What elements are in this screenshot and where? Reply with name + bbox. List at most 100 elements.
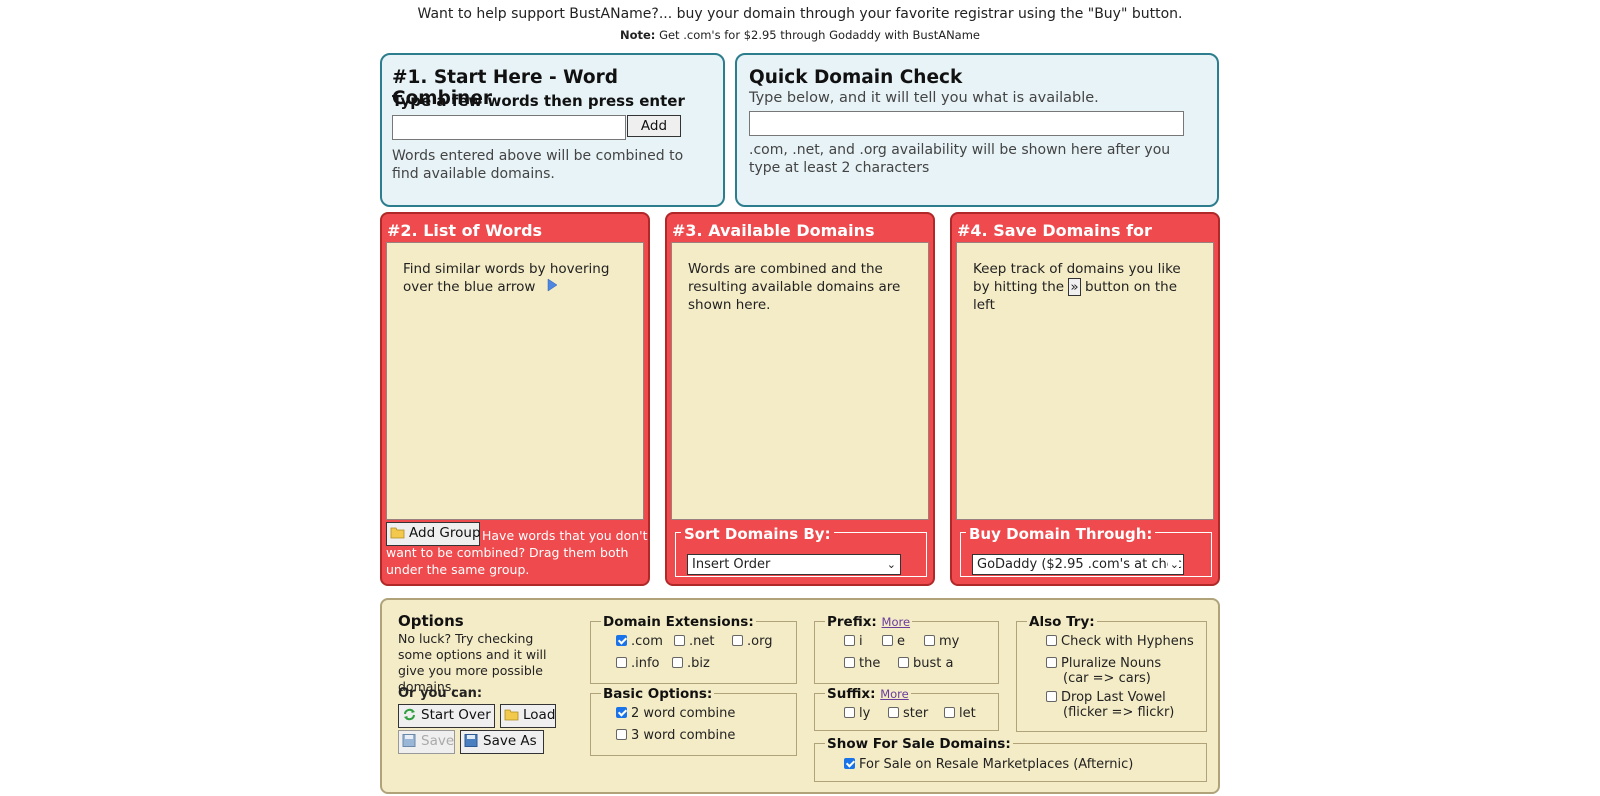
basic-options-fieldset bbox=[590, 693, 797, 756]
suffix-ster-label: ster bbox=[903, 706, 929, 721]
load-button[interactable]: Load bbox=[500, 704, 556, 728]
registrar-selected-value: GoDaddy ($2.95 .com's at checkout) bbox=[977, 557, 1183, 572]
pluralize-option[interactable]: Pluralize Nouns (car => cars) bbox=[1046, 656, 1161, 686]
for-sale-legend: Show For Sale Domains: bbox=[825, 736, 1013, 752]
sort-select[interactable]: Insert Order ⌄ bbox=[687, 554, 901, 575]
prefix-e-option[interactable]: e bbox=[882, 634, 905, 649]
ext-biz-checkbox[interactable] bbox=[672, 657, 683, 668]
ext-com-label: .com bbox=[631, 634, 663, 649]
ext-info-checkbox[interactable] bbox=[616, 657, 627, 668]
prefix-the-option[interactable]: the bbox=[844, 656, 880, 671]
save-as-label: Save As bbox=[483, 733, 537, 749]
quick-check-help: .com, .net, and .org availability will b… bbox=[749, 142, 1171, 176]
two-word-checkbox[interactable] bbox=[616, 707, 627, 718]
suffix-let-checkbox[interactable] bbox=[944, 707, 955, 718]
registrar-select[interactable]: GoDaddy ($2.95 .com's at checkout) ⌄ bbox=[972, 554, 1184, 575]
prefix-i-option[interactable]: i bbox=[844, 634, 863, 649]
quick-check-title: Quick Domain Check bbox=[749, 67, 963, 88]
save-button[interactable]: Save bbox=[398, 730, 455, 754]
basic-options-legend: Basic Options: bbox=[601, 686, 715, 702]
for-sale-checkbox[interactable] bbox=[844, 758, 855, 769]
pluralize-checkbox[interactable] bbox=[1046, 657, 1057, 668]
prefix-legend: Prefix: bbox=[827, 614, 877, 630]
suffix-legend-wrap: Suffix: More bbox=[825, 686, 911, 702]
prefix-busta-checkbox[interactable] bbox=[898, 657, 909, 668]
drop-vowel-label: Drop Last Vowel bbox=[1061, 690, 1166, 705]
save-label: Save bbox=[421, 733, 455, 749]
prefix-i-checkbox[interactable] bbox=[844, 635, 855, 646]
save-arrow-sample: » bbox=[1068, 278, 1081, 296]
available-domains-panel: #3. Available Domains Words are combined… bbox=[665, 212, 935, 586]
refresh-icon bbox=[404, 708, 415, 721]
list-of-words-panel: #2. List of Words Find similar words by … bbox=[380, 212, 650, 586]
chevron-down-icon: ⌄ bbox=[886, 558, 896, 571]
prefix-e-checkbox[interactable] bbox=[882, 635, 893, 646]
quick-check-input[interactable] bbox=[749, 111, 1184, 136]
ext-org-label: .org bbox=[747, 634, 773, 649]
open-folder-icon bbox=[504, 709, 519, 721]
also-try-legend: Also Try: bbox=[1027, 614, 1097, 630]
save-as-icon bbox=[464, 734, 478, 747]
save-as-button[interactable]: Save As bbox=[460, 730, 544, 754]
note-text: Get .com's for $2.95 through Godaddy wit… bbox=[659, 28, 981, 42]
add-word-button[interactable]: Add bbox=[627, 115, 681, 137]
suffix-ster-checkbox[interactable] bbox=[888, 707, 899, 718]
quick-domain-check-panel: Quick Domain Check Type below, and it wi… bbox=[735, 53, 1219, 207]
suffix-more-link[interactable]: More bbox=[880, 687, 909, 701]
saved-domains-list: Keep track of domains you like by hittin… bbox=[956, 242, 1214, 520]
prefix-my-option[interactable]: my bbox=[924, 634, 959, 649]
three-word-checkbox[interactable] bbox=[616, 729, 627, 740]
prefix-my-checkbox[interactable] bbox=[924, 635, 935, 646]
start-over-button[interactable]: Start Over bbox=[398, 704, 495, 728]
for-sale-option[interactable]: For Sale on Resale Marketplaces (Afterni… bbox=[844, 757, 1133, 772]
suffix-ster-option[interactable]: ster bbox=[888, 706, 928, 721]
ext-net-option[interactable]: .net bbox=[674, 634, 714, 649]
prefix-the-checkbox[interactable] bbox=[844, 657, 855, 668]
prefix-more-link[interactable]: More bbox=[882, 615, 911, 629]
drop-vowel-example: (flicker => flickr) bbox=[1063, 705, 1175, 720]
drop-vowel-option[interactable]: Drop Last Vowel (flicker => flickr) bbox=[1046, 690, 1174, 720]
available-domains-title: #3. Available Domains bbox=[672, 221, 875, 240]
drop-vowel-checkbox[interactable] bbox=[1046, 691, 1057, 702]
start-over-label: Start Over bbox=[421, 707, 491, 723]
ext-org-option[interactable]: .org bbox=[732, 634, 772, 649]
word-list-hint: Find similar words by hovering over the … bbox=[403, 260, 613, 296]
word-combiner-subtitle: Type a few words then press enter bbox=[392, 92, 685, 110]
ext-com-option[interactable]: .com bbox=[616, 634, 663, 649]
word-combiner-panel: #1. Start Here - Word Combiner Type a fe… bbox=[380, 53, 725, 207]
note-label: Note: bbox=[619, 28, 656, 42]
word-input[interactable] bbox=[392, 115, 626, 140]
group-hint: Have words that you don't want to be com… bbox=[386, 528, 648, 577]
ext-org-checkbox[interactable] bbox=[732, 635, 743, 646]
prefix-e-label: e bbox=[897, 634, 905, 649]
save-domains-panel: #4. Save Domains for Review Keep track o… bbox=[950, 212, 1220, 586]
suffix-ly-option[interactable]: ly bbox=[844, 706, 870, 721]
godaddy-note: Note: Get .com's for $2.95 through Godad… bbox=[0, 28, 1600, 42]
ext-info-option[interactable]: .info bbox=[616, 656, 660, 671]
pluralize-label: Pluralize Nouns bbox=[1061, 656, 1162, 671]
ext-com-checkbox[interactable] bbox=[616, 635, 627, 646]
three-word-label: 3 word combine bbox=[631, 728, 736, 743]
blue-arrow-icon bbox=[547, 278, 558, 292]
for-sale-label: For Sale on Resale Marketplaces (Afterni… bbox=[859, 757, 1134, 772]
hyphens-checkbox[interactable] bbox=[1046, 635, 1057, 646]
suffix-let-label: let bbox=[959, 706, 976, 721]
suffix-ly-checkbox[interactable] bbox=[844, 707, 855, 718]
list-of-words-title: #2. List of Words bbox=[387, 221, 543, 240]
options-panel: Options No luck? Try checking some optio… bbox=[380, 598, 1220, 794]
sort-selected-value: Insert Order bbox=[692, 557, 771, 572]
hyphens-option[interactable]: Check with Hyphens bbox=[1046, 634, 1194, 649]
support-notice: Want to help support BustAName?... buy y… bbox=[417, 6, 1183, 22]
suffix-ly-label: ly bbox=[859, 706, 871, 721]
sort-label: Sort Domains By: bbox=[681, 527, 834, 542]
prefix-i-label: i bbox=[859, 634, 863, 649]
prefix-busta-label: bust a bbox=[913, 656, 954, 671]
three-word-option[interactable]: 3 word combine bbox=[616, 728, 735, 743]
ext-biz-option[interactable]: .biz bbox=[672, 656, 710, 671]
ext-net-checkbox[interactable] bbox=[674, 635, 685, 646]
save-domains-hint: Keep track of domains you like by hittin… bbox=[973, 260, 1199, 314]
two-word-option[interactable]: 2 word combine bbox=[616, 706, 735, 721]
suffix-let-option[interactable]: let bbox=[944, 706, 976, 721]
hyphens-label: Check with Hyphens bbox=[1061, 634, 1194, 649]
prefix-busta-option[interactable]: bust a bbox=[898, 656, 953, 671]
